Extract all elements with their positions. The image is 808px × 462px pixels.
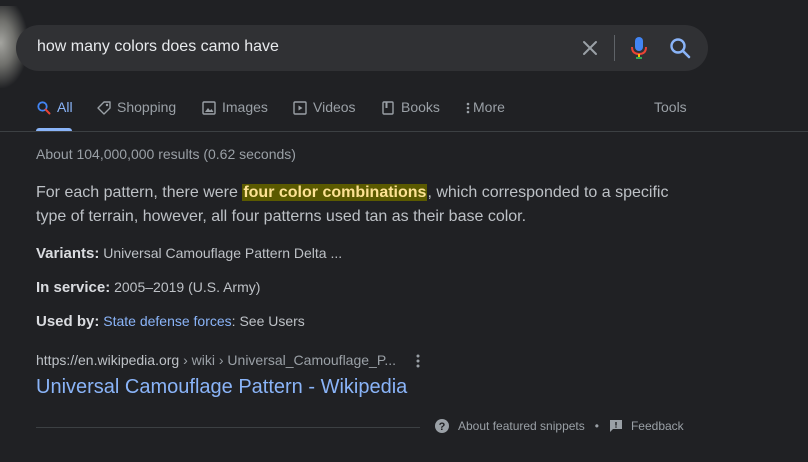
result-url[interactable]: https://en.wikipedia.org › wiki › Univer…: [36, 352, 396, 368]
image-icon: [202, 101, 216, 115]
fact-variants: Variants: Universal Camouflage Pattern D…: [36, 245, 342, 262]
search-icon: [670, 38, 691, 59]
help-icon: ?: [435, 419, 449, 433]
tab-more[interactable]: More: [464, 99, 505, 131]
close-icon: [583, 41, 597, 55]
search-bar[interactable]: how many colors does camo have: [16, 25, 708, 71]
tab-label: All: [57, 99, 73, 115]
state-defense-forces-link[interactable]: State defense forces: [103, 313, 231, 329]
tab-label: Books: [401, 99, 440, 115]
fact-key: Used by:: [36, 313, 100, 330]
snippet-divider: [36, 427, 420, 428]
tab-label: More: [473, 99, 505, 115]
tab-all[interactable]: All: [36, 99, 73, 131]
tab-label: Shopping: [117, 99, 177, 115]
about-featured-snippets-link[interactable]: ? About featured snippets: [434, 418, 585, 434]
tools-button[interactable]: Tools: [654, 99, 687, 131]
featured-snippet-text: For each pattern, there were four color …: [36, 181, 696, 229]
tag-icon: [97, 101, 111, 115]
fact-value: : See Users: [231, 313, 305, 329]
feedback-icon: [609, 420, 622, 432]
footer-separator: •: [594, 419, 599, 433]
fact-in-service: In service: 2005–2019 (U.S. Army): [36, 279, 260, 296]
tab-books[interactable]: Books: [380, 99, 440, 131]
fact-value: Universal Camouflage Pattern Delta ...: [103, 245, 343, 261]
result-domain: https://en.wikipedia.org: [36, 352, 180, 368]
search-icon: [37, 101, 51, 115]
result-path: › wiki › Universal_Camouflage_P...: [179, 352, 397, 368]
feedback-label: Feedback: [630, 419, 684, 433]
tab-label: Videos: [313, 99, 356, 115]
result-options-button[interactable]: [410, 352, 426, 370]
tabs-divider: [0, 131, 808, 132]
search-divider: [614, 35, 615, 61]
snippet-footer: ? About featured snippets • Feedback: [434, 418, 684, 434]
svg-text:?: ?: [439, 421, 446, 433]
microphone-icon: [631, 37, 647, 59]
fact-used-by: Used by: State defense forces: See Users: [36, 313, 305, 330]
tab-videos[interactable]: Videos: [292, 99, 356, 131]
fact-key: Variants:: [36, 245, 100, 262]
search-input[interactable]: how many colors does camo have: [37, 38, 279, 56]
more-vertical-icon: [466, 102, 470, 114]
tab-images[interactable]: Images: [201, 99, 268, 131]
result-stats: About 104,000,000 results (0.62 seconds): [36, 146, 296, 162]
tools-label: Tools: [654, 99, 687, 115]
about-label: About featured snippets: [458, 419, 585, 433]
search-button[interactable]: [667, 35, 693, 61]
search-tabs: All Shopping Images Videos Books More To…: [0, 99, 808, 131]
fact-key: In service:: [36, 279, 111, 296]
snippet-highlight: four color combinations: [242, 184, 428, 201]
voice-search-button[interactable]: [627, 35, 651, 61]
clear-button[interactable]: [578, 36, 602, 60]
tab-shopping[interactable]: Shopping: [96, 99, 176, 131]
tab-label: Images: [222, 99, 268, 115]
video-icon: [293, 101, 307, 115]
fact-value: 2005–2019 (U.S. Army): [114, 279, 261, 295]
more-vertical-icon: [416, 354, 420, 368]
book-icon: [382, 101, 394, 115]
feedback-link[interactable]: Feedback: [609, 419, 684, 433]
result-title-link[interactable]: Universal Camouflage Pattern - Wikipedia: [36, 376, 407, 399]
snippet-before: For each pattern, there were: [36, 184, 243, 201]
